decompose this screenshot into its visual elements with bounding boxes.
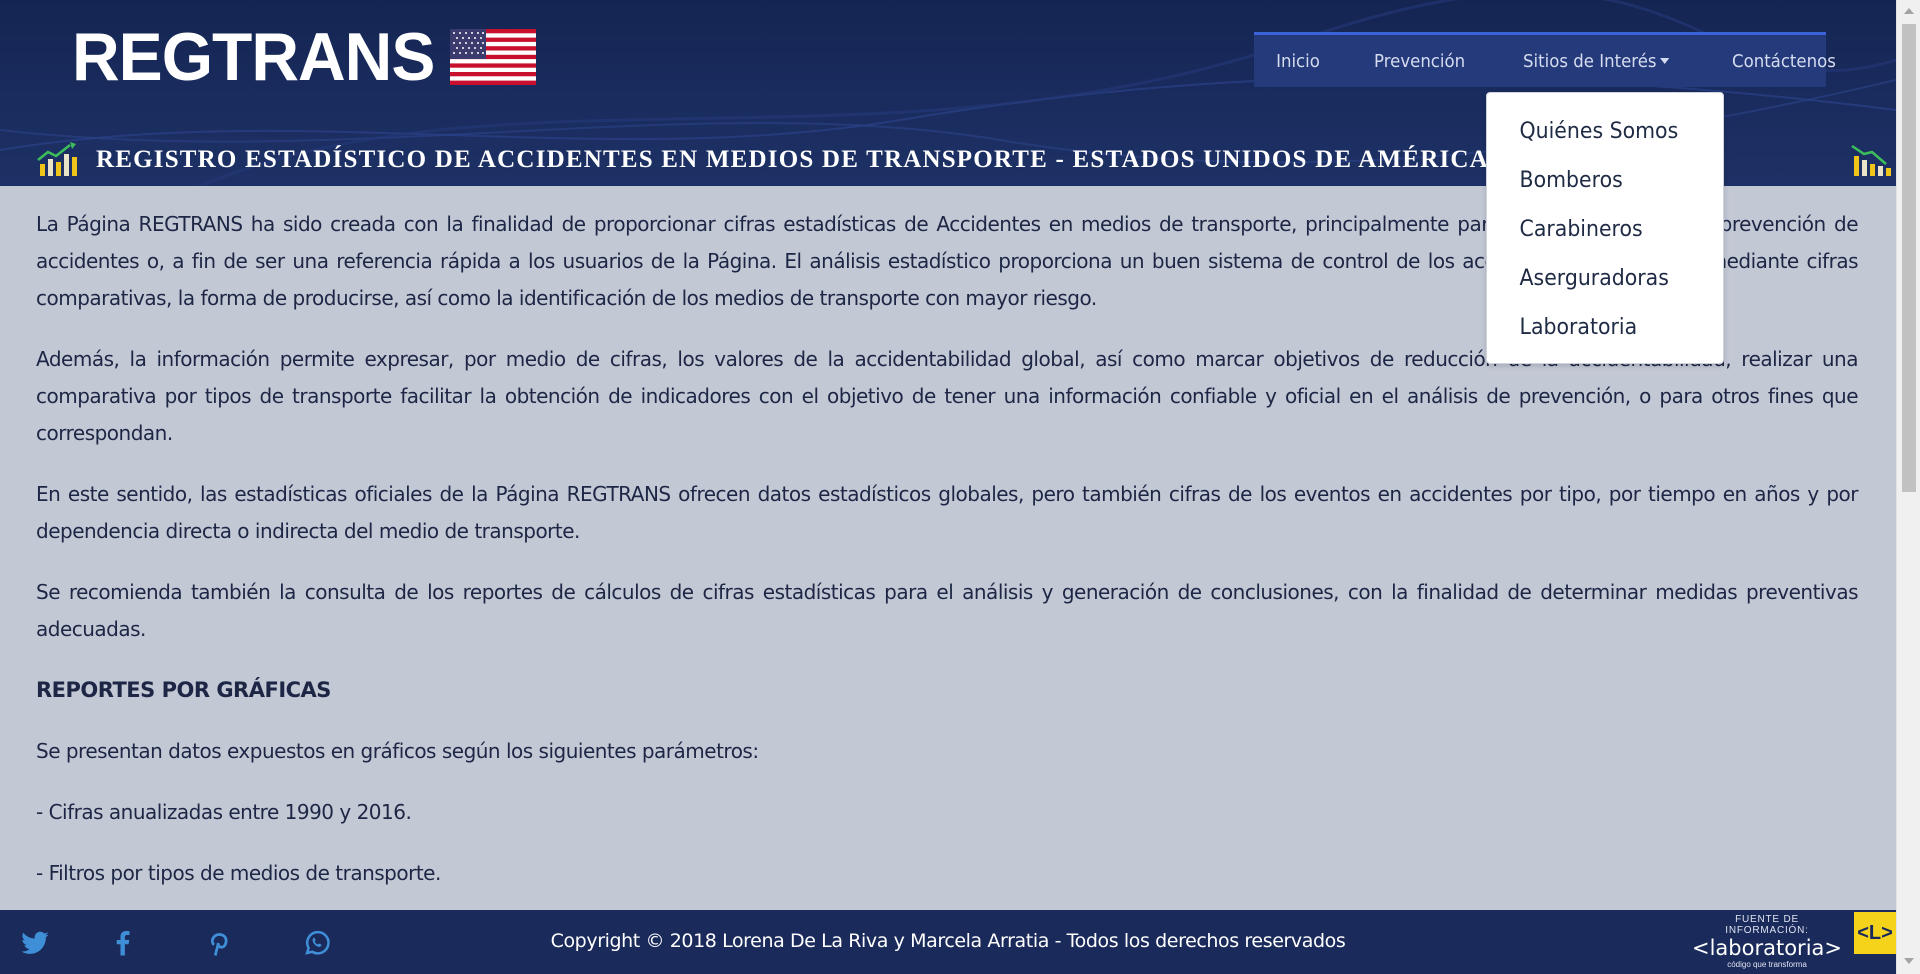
nav-inicio[interactable]: Inicio bbox=[1254, 51, 1343, 72]
source-name: <laboratoria> bbox=[1692, 936, 1842, 960]
laboratoria-badge-icon: <L> bbox=[1854, 912, 1896, 954]
dropdown-item-carabineros[interactable]: Carabineros bbox=[1487, 205, 1706, 254]
nav-prevencion[interactable]: Prevención bbox=[1351, 51, 1488, 72]
intro-paragraph-3: En este sentido, las estadísticas oficia… bbox=[36, 482, 1859, 543]
vertical-scrollbar[interactable] bbox=[1896, 0, 1920, 974]
intro-paragraph-4: Se recomienda también la consulta de los… bbox=[36, 580, 1859, 641]
scroll-down-arrow-icon[interactable] bbox=[1904, 958, 1914, 964]
banner-title: REGISTRO ESTADÍSTICO DE ACCIDENTES EN ME… bbox=[96, 146, 1489, 173]
scroll-up-arrow-icon[interactable] bbox=[1904, 8, 1914, 14]
caret-down-icon bbox=[1659, 57, 1670, 64]
nav-contactenos[interactable]: Contáctenos bbox=[1709, 51, 1859, 72]
main-nav: Inicio Prevención Sitios de Interés Cont… bbox=[1254, 32, 1836, 87]
dropdown-item-aseguradoras[interactable]: Aserguradoras bbox=[1487, 254, 1706, 303]
scrollbar-thumb[interactable] bbox=[1902, 24, 1916, 492]
copyright-text: Copyright © 2018 Lorena De La Riva y Mar… bbox=[550, 930, 1346, 952]
reports-intro: Se presentan datos expuestos en gráficos… bbox=[36, 739, 759, 763]
us-flag-icon bbox=[449, 29, 536, 85]
reports-heading: REPORTES POR GRÁFICAS bbox=[36, 678, 331, 702]
info-source[interactable]: FUENTE DE INFORMACIÓN: <laboratoria> cód… bbox=[1692, 914, 1842, 970]
dropdown-item-bomberos[interactable]: Bomberos bbox=[1487, 156, 1706, 205]
source-label: FUENTE DE INFORMACIÓN: bbox=[1725, 914, 1809, 936]
nav-sitios-label: Sitios de Interés bbox=[1522, 50, 1657, 72]
growth-chart-icon bbox=[37, 142, 77, 176]
decline-chart-icon bbox=[1851, 144, 1891, 176]
logo-text: REGTRANS bbox=[72, 19, 435, 95]
dropdown-item-quienes-somos[interactable]: Quiénes Somos bbox=[1487, 107, 1706, 156]
sitios-dropdown-menu: Quiénes Somos Bomberos Carabineros Aserg… bbox=[1486, 92, 1724, 364]
site-logo[interactable]: REGTRANS bbox=[72, 18, 536, 96]
report-bullet-years: - Cifras anualizadas entre 1990 y 2016. bbox=[36, 800, 412, 824]
dropdown-item-laboratoria[interactable]: Laboratoria bbox=[1487, 303, 1706, 352]
nav-sitios-de-interes[interactable]: Sitios de Interés bbox=[1500, 51, 1692, 72]
source-tagline: código que transforma bbox=[1727, 960, 1807, 969]
report-bullet-filters: - Filtros por tipos de medios de transpo… bbox=[36, 861, 441, 885]
site-footer: Copyright © 2018 Lorena De La Riva y Mar… bbox=[0, 910, 1896, 974]
